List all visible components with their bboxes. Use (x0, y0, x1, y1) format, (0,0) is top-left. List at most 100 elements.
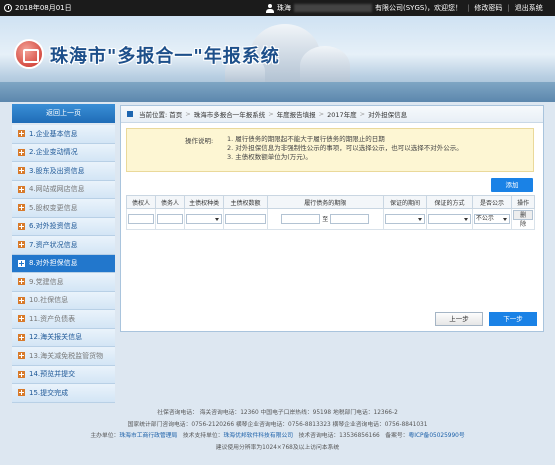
delete-button[interactable]: 删除 (513, 210, 533, 228)
sidebar-item[interactable]: 10.社保信息 (12, 291, 115, 310)
breadcrumb: 当前位置: 首页 > 珠海市多报合一年报系统 > 年度报告填报 > 2017年度… (121, 106, 543, 123)
sidebar-item-label: 9.党建信息 (29, 277, 64, 286)
sidebar-item-label: 12.海关报关信息 (29, 333, 83, 342)
col-action: 操作 (511, 195, 535, 209)
support-org-link[interactable]: 珠海优邦软件科技有限公司 (223, 433, 293, 439)
debt-start-date[interactable] (281, 214, 321, 225)
sidebar-item[interactable]: 5.股权变更信息 (12, 199, 115, 218)
table-header-row: 债权人 债务人 主债权种类 主债权数额 履行债务的期限 保证的期间 保证的方式 … (126, 195, 535, 209)
icp-label: 备案号： (385, 433, 409, 439)
breadcrumb-report[interactable]: 年度报告填报 (277, 109, 316, 119)
instruction-line: 2. 对外担保信息为非强制性公示的事项，可以选择公示，也可以选择不对外公示。 (227, 144, 463, 152)
sidebar-item-label: 15.提交完成 (29, 388, 69, 397)
expand-icon (18, 241, 25, 249)
add-button[interactable]: 添加 (491, 178, 533, 192)
clock-icon (4, 4, 12, 12)
guarantee-method-select[interactable] (428, 214, 471, 224)
change-password-link[interactable]: 修改密码 (474, 3, 502, 13)
footer-contact-line: 国家统计部门咨询电话：0756-2120266 横琴企业咨询电话：0756-88… (127, 421, 428, 428)
sidebar-item[interactable]: 8.对外担保信息 (12, 254, 115, 273)
sidebar-item-label: 1.企业基本信息 (29, 129, 78, 138)
instruction-line: 3. 主债权数额单位为(万元)。 (227, 153, 312, 161)
system-title: 珠海市"多报合一"年报系统 (50, 46, 280, 67)
host-label: 主办单位： (90, 433, 120, 439)
expand-icon (18, 185, 25, 193)
breadcrumb-year[interactable]: 2017年度 (327, 109, 357, 119)
prev-step-button[interactable]: 上一步 (435, 312, 483, 326)
guarantee-period-select[interactable] (384, 214, 426, 224)
expand-icon (18, 352, 25, 360)
sidebar-item-label: 13.海关减免税监管货物 (29, 351, 104, 360)
col-creditor: 债权人 (126, 195, 156, 209)
back-button[interactable]: 返回上一页 (12, 104, 115, 123)
debtor-input[interactable] (156, 214, 183, 224)
date-display: 2018年08月01日 (4, 3, 72, 13)
sidebar-item-label: 7.资产状况信息 (29, 240, 78, 249)
user-info: 珠海 有限公司(SYGS)，欢迎您！ | 修改密码 | 退出系统 (266, 3, 543, 13)
sea-graphic (0, 82, 555, 102)
sidebar-item[interactable]: 12.海关报关信息 (12, 328, 115, 347)
expand-icon (18, 259, 25, 267)
sidebar-item-label: 10.社保信息 (29, 296, 69, 305)
col-claim-amount: 主债权数额 (223, 195, 268, 209)
breadcrumb-home[interactable]: 当前位置: 首页 (139, 109, 182, 119)
expand-icon (18, 167, 25, 175)
support-tel: 技术咨询电话：13536856166 (298, 433, 380, 439)
sidebar-item[interactable]: 11.资产负债表 (12, 310, 115, 329)
expand-icon (18, 389, 25, 397)
user-icon (266, 3, 274, 13)
footer-resolution-note: 建议使用分辨率为1024×768及以上访问本系统 (215, 444, 340, 451)
instruction-line: 1. 履行债务的期限起不能大于履行债务的期限止的日期 (227, 135, 385, 143)
instructions-box: 操作说明: 1. 履行债务的期限起不能大于履行债务的期限止的日期 2. 对外担保… (126, 128, 534, 172)
expand-icon (18, 148, 25, 156)
sidebar-item-label: 5.股权变更信息 (29, 203, 78, 212)
breadcrumb-system[interactable]: 珠海市多报合一年报系统 (194, 109, 266, 119)
sidebar-item[interactable]: 4.网站或网店信息 (12, 180, 115, 199)
expand-icon (18, 130, 25, 138)
sidebar-item[interactable]: 6.对外投资信息 (12, 217, 115, 236)
sidebar-item[interactable]: 9.党建信息 (12, 273, 115, 292)
claim-amount-input[interactable] (225, 214, 266, 224)
header-banner: 珠海市"多报合一"年报系统 (0, 16, 555, 102)
expand-icon (18, 296, 25, 304)
sidebar-item[interactable]: 2.企业变动情况 (12, 143, 115, 162)
sidebar-item-label: 14.预览并提交 (29, 370, 76, 379)
creditor-input[interactable] (128, 214, 154, 224)
user-name-prefix: 珠海 (277, 4, 291, 12)
sidebar-item[interactable]: 1.企业基本信息 (12, 125, 115, 144)
main-panel: 当前位置: 首页 > 珠海市多报合一年报系统 > 年度报告填报 > 2017年度… (120, 105, 544, 332)
col-debt-period: 履行债务的期限 (266, 195, 384, 209)
sidebar-item[interactable]: 13.海关减免税监管货物 (12, 347, 115, 366)
sidebar-item-label: 3.股东及出资信息 (29, 166, 85, 175)
host-org-link[interactable]: 珠海市工商行政管理局 (119, 433, 177, 439)
sidebar-item[interactable]: 7.资产状况信息 (12, 236, 115, 255)
building-graphic (300, 46, 350, 86)
logout-link[interactable]: 退出系统 (515, 3, 543, 13)
sidebar-item-label: 11.资产负债表 (29, 314, 76, 323)
sidebar-item-label: 6.对外投资信息 (29, 222, 78, 231)
footer-contact-line: 社保咨询电话： 海关咨询电话：12360 中国电子口岸热线：95198 地税部门… (157, 410, 398, 416)
breadcrumb-current: 对外担保信息 (368, 111, 408, 119)
expand-icon (18, 370, 25, 378)
sidebar-item-label: 4.网站或网店信息 (29, 185, 85, 194)
next-step-button[interactable]: 下一步 (489, 312, 537, 326)
expand-icon (18, 333, 25, 341)
range-separator: 至 (322, 215, 329, 223)
support-label: 技术支持单位： (182, 433, 224, 439)
expand-icon (18, 278, 25, 286)
debt-end-date[interactable] (330, 214, 370, 225)
publish-select[interactable]: 不公示 (473, 214, 511, 224)
welcome-text: 有限公司(SYGS)，欢迎您！ (375, 4, 463, 12)
guarantee-table: 债权人 债务人 主债权种类 主债权数额 履行债务的期限 保证的期间 保证的方式 … (126, 195, 535, 230)
col-debtor: 债务人 (154, 195, 185, 209)
col-guarantee-period: 保证的期间 (382, 195, 428, 209)
claim-type-select[interactable] (185, 214, 223, 224)
sidebar-item[interactable]: 14.预览并提交 (12, 365, 115, 384)
sidebar-item[interactable]: 3.股东及出资信息 (12, 162, 115, 181)
col-guarantee-method: 保证的方式 (426, 195, 473, 209)
expand-icon (18, 204, 25, 212)
icp-link[interactable]: 粤ICP备05025990号 (408, 433, 464, 439)
sidebar-item[interactable]: 15.提交完成 (12, 384, 115, 403)
sidebar-item-label: 8.对外担保信息 (29, 259, 78, 268)
col-claim-type: 主债权种类 (183, 195, 225, 209)
